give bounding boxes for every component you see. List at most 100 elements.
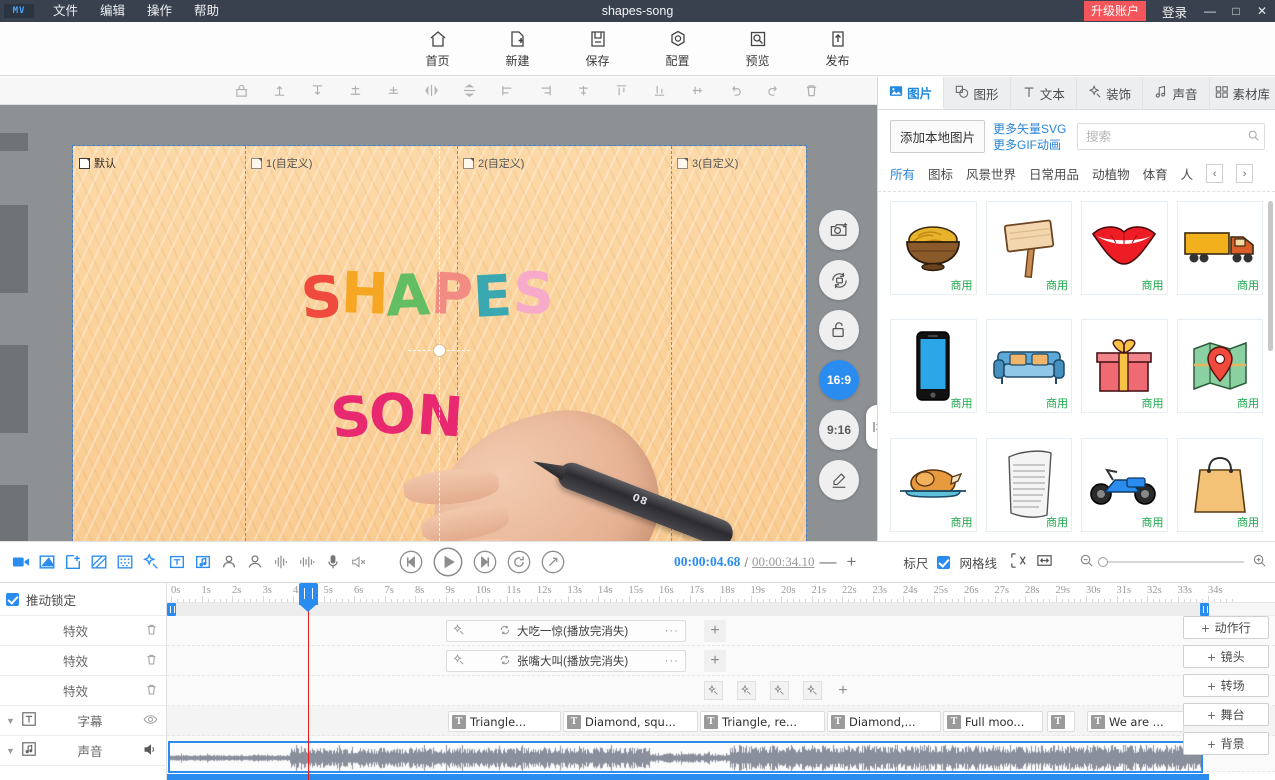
effect-clip-menu[interactable]: ···	[665, 625, 680, 637]
asset-item-paper-scroll[interactable]: 商用	[985, 437, 1072, 532]
add-effect-clip-2[interactable]: +	[704, 650, 726, 672]
panel-expand-handle[interactable]	[866, 405, 877, 449]
play-button[interactable]	[428, 547, 468, 577]
search-icon[interactable]	[1247, 129, 1260, 145]
asset-item-motorcycle[interactable]: 商用	[1081, 437, 1168, 532]
publish-button[interactable]: 发布	[812, 29, 864, 69]
video-icon[interactable]	[8, 547, 34, 577]
fit-selection-icon[interactable]	[1010, 552, 1027, 572]
push-lock-checkbox[interactable]	[6, 592, 19, 606]
delete-icon[interactable]	[145, 683, 158, 699]
minimize-button[interactable]: —	[1197, 0, 1223, 22]
asset-item-red-lips[interactable]: 商用	[1081, 201, 1168, 295]
tab-asset-library[interactable]: 素材库	[1210, 77, 1275, 109]
asset-item-gift-box[interactable]: 商用	[1081, 319, 1168, 414]
volume-icon[interactable]	[143, 742, 158, 760]
asset-grid-scrollbar[interactable]	[1268, 201, 1273, 351]
effect-marker-1[interactable]	[704, 681, 723, 700]
playhead[interactable]	[299, 583, 318, 780]
zoom-slider[interactable]	[1097, 557, 1244, 567]
delete-icon[interactable]	[145, 653, 158, 669]
unlock-icon[interactable]	[819, 310, 859, 350]
time-increase-button[interactable]: +	[841, 552, 861, 572]
lock-icon[interactable]	[222, 78, 260, 104]
music-tool-icon[interactable]	[190, 547, 216, 577]
fit-width-icon[interactable]	[1036, 552, 1053, 572]
home-button[interactable]: 首页	[412, 29, 464, 69]
add-camera-button[interactable]: + 镜头	[1183, 645, 1269, 668]
tab-shapes[interactable]: 图形	[944, 77, 1011, 109]
flip-vertical-icon[interactable]	[450, 78, 488, 104]
timeline-horizontal-scrollbar[interactable]	[167, 774, 1209, 780]
mute-icon[interactable]	[346, 547, 372, 577]
delete-icon[interactable]	[145, 623, 158, 639]
trim-handle-right[interactable]	[1200, 603, 1209, 616]
asset-item-shopping-bag[interactable]: 商用	[1176, 437, 1263, 532]
distribute-middle-icon[interactable]	[678, 78, 716, 104]
track-header-subtitle[interactable]: ▼ 字幕	[0, 706, 166, 736]
scene-marker-1[interactable]: 1(自定义)	[251, 155, 312, 171]
undo-icon[interactable]	[716, 78, 754, 104]
track-header-effect-2[interactable]: 特效	[0, 646, 166, 676]
category-sports[interactable]: 体育	[1143, 164, 1168, 183]
text-clip-2[interactable]: T Diamond, squ...	[563, 711, 698, 732]
skip-start-button[interactable]	[394, 547, 428, 577]
timeline-canvas[interactable]: 0s 1s 2s 3s 4s 5s 6s 7s 8s 9s 10s 11s 12s 13s 14s 15s 16…	[167, 583, 1275, 780]
halftone-icon[interactable]	[112, 547, 138, 577]
align-middle-vertical-icon[interactable]	[336, 78, 374, 104]
grid-label[interactable]: 网格线	[959, 553, 997, 572]
zoom-in-icon[interactable]	[1252, 553, 1267, 571]
track-header-audio[interactable]: ▼ 声音	[0, 736, 166, 766]
asset-item-roast-chicken[interactable]: 商用	[890, 437, 977, 532]
asset-item-yellow-truck[interactable]: 商用	[1176, 201, 1263, 295]
track-header-effect-1[interactable]: 特效	[0, 616, 166, 646]
asset-item-smartphone[interactable]: 商用	[890, 319, 977, 414]
tab-text[interactable]: 文本	[1011, 77, 1077, 109]
new-button[interactable]: 新建	[492, 29, 544, 69]
track-header-effect-3[interactable]: 特效	[0, 676, 166, 706]
add-stage-button[interactable]: + 舞台	[1183, 703, 1269, 726]
save-button[interactable]: 保存	[572, 29, 624, 69]
effect-clip-1[interactable]: 大吃一惊(播放完消失) ···	[446, 620, 686, 642]
category-plants-animals[interactable]: 动植物	[1092, 164, 1130, 183]
transform-anchor[interactable]	[434, 345, 445, 356]
distribute-top-icon[interactable]	[602, 78, 640, 104]
add-action-row-button[interactable]: + 动作行	[1183, 616, 1269, 639]
category-all[interactable]: 所有	[890, 164, 915, 183]
text-clip-6[interactable]: T	[1047, 711, 1075, 732]
zoom-slider-knob[interactable]	[1097, 557, 1108, 567]
category-people[interactable]: 人	[1181, 164, 1194, 183]
menu-file[interactable]: 文件	[42, 0, 89, 22]
login-button[interactable]: 登录	[1152, 2, 1197, 21]
add-background-button[interactable]: + 背景	[1183, 732, 1269, 755]
ruler-label[interactable]: 标尺	[903, 553, 928, 572]
eye-icon[interactable]	[143, 712, 158, 730]
timeline-ruler[interactable]: 0s 1s 2s 3s 4s 5s 6s 7s 8s 9s 10s 11s 12s 13s 14s 15s 16…	[167, 583, 1275, 603]
tab-decoration[interactable]: 装饰	[1077, 77, 1144, 109]
magic-wand-icon[interactable]	[138, 547, 164, 577]
distribute-bottom-icon[interactable]	[640, 78, 678, 104]
zoom-out-icon[interactable]	[1079, 553, 1094, 571]
category-landscape[interactable]: 风景世界	[966, 164, 1016, 183]
snapshot-icon[interactable]	[819, 210, 859, 250]
delete-icon[interactable]	[792, 78, 830, 104]
redo-icon[interactable]	[754, 78, 792, 104]
align-top-icon[interactable]	[260, 78, 298, 104]
trim-handle-left[interactable]	[167, 603, 176, 616]
search-input[interactable]	[1086, 129, 1247, 144]
tab-sound[interactable]: 声音	[1143, 77, 1210, 109]
more-svg-link[interactable]: 更多矢量SVG	[993, 121, 1066, 137]
image-tool-icon[interactable]	[34, 547, 60, 577]
scene-marker-3[interactable]: 3(自定义)	[677, 155, 738, 171]
close-button[interactable]: ✕	[1249, 0, 1275, 22]
align-center-vertical-icon[interactable]	[374, 78, 412, 104]
asset-item-wooden-sign[interactable]: 商用	[985, 201, 1072, 295]
menu-edit[interactable]: 编辑	[89, 0, 136, 22]
avatar-icon[interactable]	[242, 547, 268, 577]
category-icons[interactable]: 图标	[928, 164, 953, 183]
more-gif-link[interactable]: 更多GIF动画	[993, 137, 1066, 153]
text-clip-3[interactable]: T Triangle, re...	[700, 711, 825, 732]
tab-images[interactable]: 图片	[878, 77, 945, 109]
stage[interactable]: 默认 1(自定义) 2(自定义) 3(自定义) S H A P E S S O …	[0, 105, 877, 541]
category-prev-button[interactable]: ‹	[1206, 164, 1224, 183]
